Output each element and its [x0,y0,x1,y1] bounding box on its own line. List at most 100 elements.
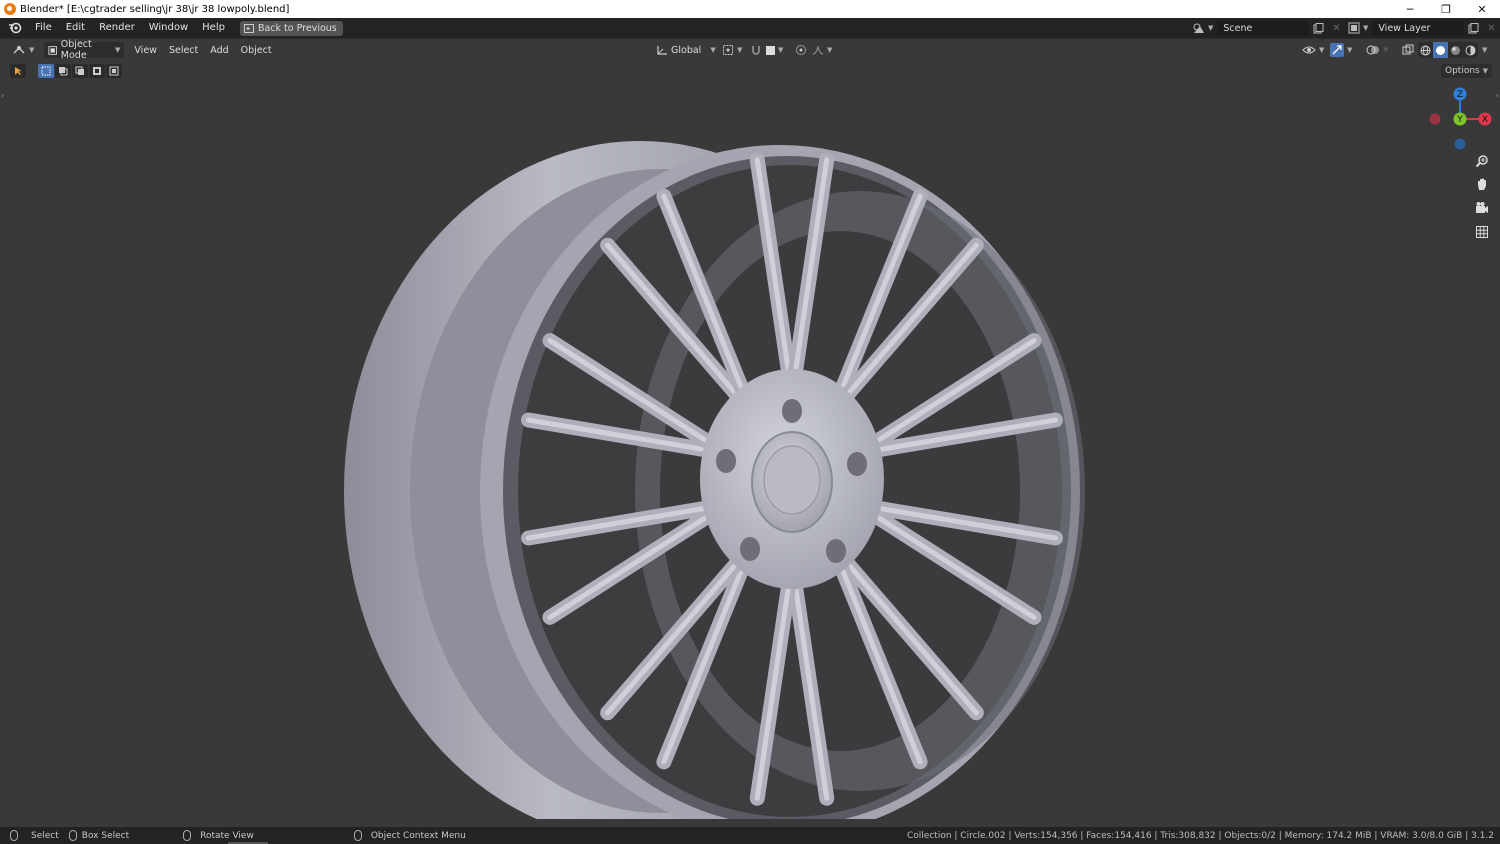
select-invert-icon [93,67,101,75]
shading-options-dropdown[interactable]: ▼ [1478,42,1491,58]
left-mouse-icon [10,830,18,841]
minimize-button[interactable]: ─ [1392,0,1428,18]
select-extend-button[interactable] [55,64,71,78]
pivot-icon [723,45,733,55]
window-titlebar: Blender* [E:\cgtrader selling\jr 38\jr 3… [0,0,1500,18]
gizmo-x-label: X [1482,115,1488,125]
close-button[interactable]: ✕ [1464,0,1500,18]
window-title: Blender* [E:\cgtrader selling\jr 38\jr 3… [20,3,290,15]
status-select-hint: Select [10,830,59,841]
pivot-point-dropdown[interactable]: ▼ [718,42,746,58]
object-mode-icon [48,45,58,55]
select-extend-icon [59,67,68,76]
transform-orientation-icon [657,45,667,55]
options-dropdown[interactable]: Options ▼ [1441,64,1492,78]
menu-window[interactable]: Window [142,18,195,38]
delete-scene-icon[interactable]: ✕ [1327,21,1345,36]
delete-view-layer-icon[interactable]: ✕ [1482,21,1500,36]
wireframe-shading-button[interactable] [1418,42,1433,58]
right-mouse-icon [353,830,362,841]
gizmo-y-label: Y [1456,115,1463,125]
snap-icon [752,46,760,55]
rendered-shading-icon [1465,45,1476,55]
ortho-grid-icon [1476,226,1488,238]
viewport-menu-select[interactable]: Select [163,45,204,56]
view-layer-icon[interactable] [1345,21,1363,36]
select-intersect-icon [109,66,119,76]
transform-orientation-dropdown[interactable]: Global ▼ [652,42,720,58]
proportional-falloff-dropdown[interactable]: ▼ [808,42,836,58]
drag-mouse-icon [68,830,77,841]
3d-viewport[interactable]: ▼ Object Mode ▼ View Select Add Object G… [0,38,1500,827]
ortho-toggle-button[interactable] [1472,222,1492,242]
back-to-previous-button[interactable]: Back to Previous [239,20,343,36]
zoom-icon [1475,155,1488,168]
menu-file[interactable]: File [28,18,59,38]
xray-toggle[interactable] [1398,42,1418,58]
select-intersect-button[interactable] [106,64,122,78]
scene-icon[interactable] [1190,21,1208,36]
xray-icon [1402,44,1414,55]
menu-edit[interactable]: Edit [59,18,92,38]
transform-orientation-label: Global [671,44,702,56]
toolbar-expand-arrow[interactable]: › [1,91,4,100]
solid-shading-button[interactable] [1433,42,1448,58]
wireframe-shading-icon [1420,45,1431,55]
status-select-label: Select [31,830,59,841]
gizmo-z-label: Z [1457,90,1463,100]
scene-statistics: Collection | Circle.002 | Verts:154,356 … [907,830,1494,841]
scene-dropdown-caret[interactable]: ▼ [1208,24,1213,32]
material-shading-button[interactable] [1448,42,1463,58]
back-icon [243,23,254,33]
proportional-edit-icon [796,45,806,55]
gizmo-neg-z[interactable] [1454,138,1466,150]
gizmo-icon [1330,43,1344,57]
viewport-menu-add[interactable]: Add [204,45,234,56]
navigation-gizmo[interactable]: Z X Y [1426,85,1494,153]
visibility-dropdown[interactable]: ▼ [1298,42,1328,58]
select-subtract-button[interactable] [72,64,88,78]
wheel-3d-model[interactable] [340,99,1140,819]
gizmo-toggle[interactable]: ▼ [1326,42,1356,58]
blender-logo-icon[interactable] [8,21,22,35]
rendered-shading-button[interactable] [1463,42,1478,58]
scene-name-field[interactable]: Scene [1217,20,1310,36]
menu-help[interactable]: Help [195,18,232,38]
zoom-view-button[interactable] [1472,151,1492,171]
scene-selector: ▼ Scene ✕ [1190,19,1345,37]
selection-mode-group [38,64,122,78]
lug-hole-bottom-right [826,539,846,563]
snap-target-dropdown[interactable]: ▼ [762,42,787,58]
status-box-select-hint: Box Select [68,830,129,841]
new-scene-icon[interactable] [1309,21,1327,36]
editor-type-button[interactable]: ▼ [8,42,38,58]
snap-increment-icon [766,45,775,55]
new-view-layer-icon[interactable] [1464,21,1482,36]
gizmo-neg-x[interactable] [1429,113,1441,125]
view-layer-name-field[interactable]: View Layer [1372,20,1465,36]
overlay-toggle[interactable]: ▼ [1362,42,1392,58]
lug-hole-bottom-left [740,537,760,561]
options-label: Options [1445,66,1480,76]
blender-topbar: File Edit Render Window Help Back to Pre… [0,18,1500,38]
pan-view-button[interactable] [1472,174,1492,194]
lug-hole-top [782,399,802,423]
select-invert-button[interactable] [89,64,105,78]
viewport-menu-object[interactable]: Object [235,45,278,56]
pan-hand-icon [1478,178,1486,190]
restore-button[interactable]: ❐ [1428,0,1464,18]
solid-shading-icon [1436,45,1445,55]
status-bar: Select Box Select Rotate View Object Con… [0,827,1500,844]
middle-mouse-icon [183,830,192,841]
menu-render[interactable]: Render [92,18,142,38]
object-mode-dropdown[interactable]: Object Mode ▼ [44,39,125,61]
sidebar-expand-arrow[interactable]: ‹ [1496,91,1499,100]
active-tool-button[interactable] [10,64,26,78]
viewport-menu-view[interactable]: View [128,45,163,56]
camera-icon [1476,202,1488,213]
view-layer-dropdown-caret[interactable]: ▼ [1363,24,1368,32]
select-new-button[interactable] [38,64,54,78]
blender-app-icon [4,3,16,15]
shading-mode-group [1418,42,1478,58]
camera-view-button[interactable] [1472,198,1492,218]
